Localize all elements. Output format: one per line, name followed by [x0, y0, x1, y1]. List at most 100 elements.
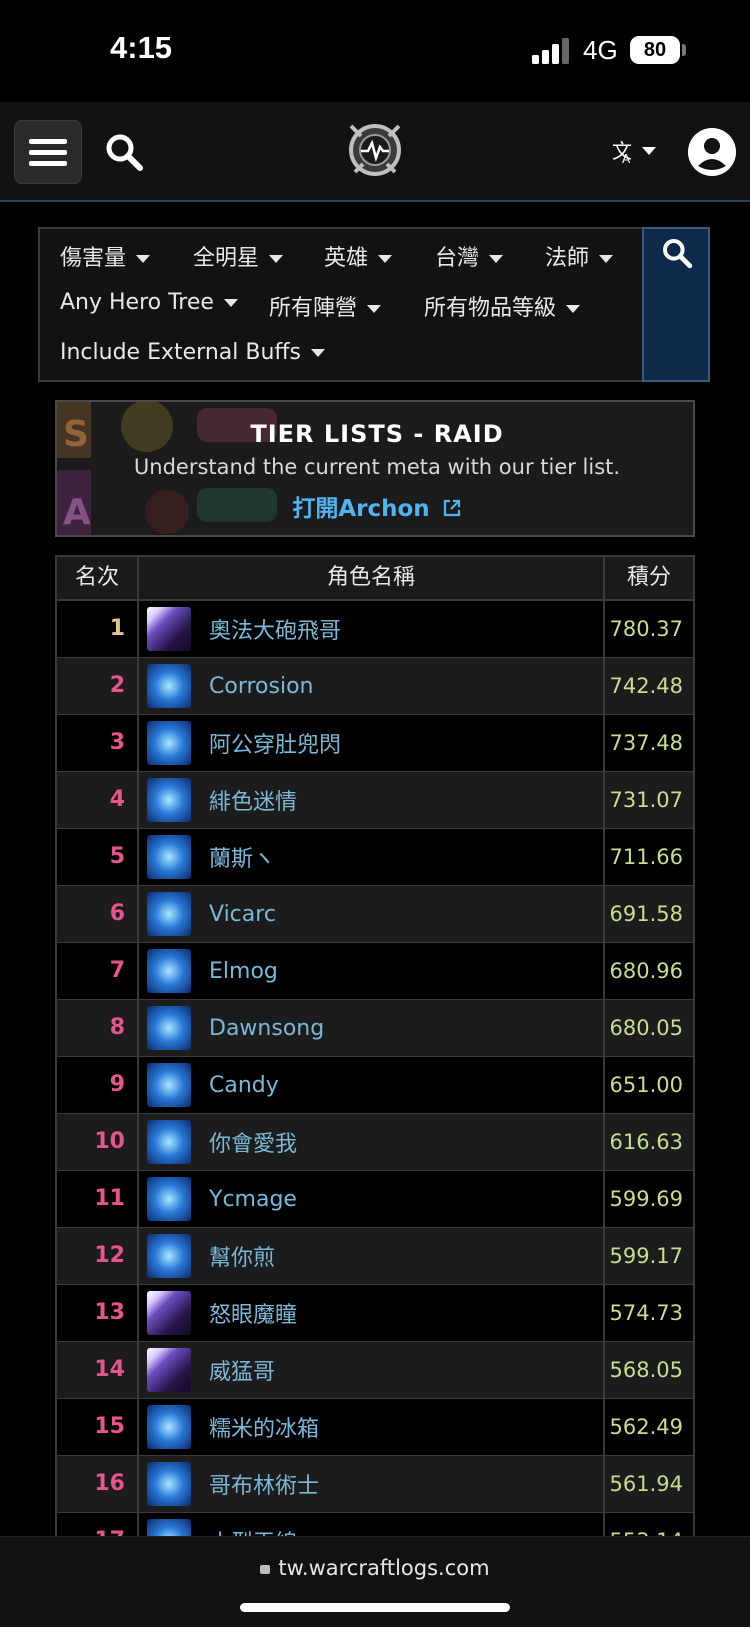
rank-cell: 15 [57, 1399, 139, 1455]
frost-spec-icon [147, 1177, 191, 1221]
table-row[interactable]: 2 Corrosion 742.48 [57, 658, 693, 715]
filter-class[interactable]: 法師 [545, 240, 614, 272]
character-cell[interactable]: 奧法大砲飛哥 [139, 601, 605, 657]
column-character-name[interactable]: 角色名稱 [139, 557, 605, 599]
character-name-link[interactable]: Vicarc [209, 902, 276, 927]
rank-cell: 4 [57, 772, 139, 828]
character-name-link[interactable]: 威猛哥 [209, 1354, 275, 1386]
open-archon-link[interactable]: 打開Archon [57, 489, 693, 523]
table-row[interactable]: 11 Ycmage 599.69 [57, 1171, 693, 1228]
character-cell[interactable]: Elmog [139, 943, 605, 999]
filter-partition[interactable]: 全明星 [193, 240, 284, 272]
character-cell[interactable]: 糯米的冰箱 [139, 1399, 605, 1455]
character-name-link[interactable]: Dawnsong [209, 1016, 324, 1041]
character-name-link[interactable]: Ycmage [209, 1187, 297, 1212]
frost-spec-icon [147, 949, 191, 993]
site-logo[interactable] [345, 120, 405, 180]
arcane-spec-icon [147, 1291, 191, 1335]
character-cell[interactable]: 幫你煎 [139, 1228, 605, 1284]
character-name-link[interactable]: 緋色迷情 [209, 784, 297, 816]
table-row[interactable]: 12 幫你煎 599.17 [57, 1228, 693, 1285]
user-icon[interactable] [688, 128, 736, 176]
character-cell[interactable]: Vicarc [139, 886, 605, 942]
character-name-link[interactable]: 怒眼魔瞳 [209, 1297, 297, 1329]
filter-metric[interactable]: 傷害量 [60, 240, 151, 272]
rank-cell: 1 [57, 601, 139, 657]
filter-faction[interactable]: 所有陣營 [269, 290, 382, 322]
table-row[interactable]: 1 奧法大砲飛哥 780.37 [57, 601, 693, 658]
table-row[interactable]: 5 蘭斯ヽ 711.66 [57, 829, 693, 886]
filter-region[interactable]: 台灣 [435, 240, 504, 272]
menu-button[interactable] [14, 120, 82, 184]
lock-icon [260, 1564, 271, 1574]
address-bar[interactable]: tw.warcraftlogs.com [0, 1556, 750, 1580]
filter-difficulty[interactable]: 英雄 [324, 240, 393, 272]
table-body: 1 奧法大砲飛哥 780.37 2 Corrosion 742.48 3 阿公穿肚兜閃 737.… [57, 601, 693, 1570]
table-row[interactable]: 10 你會愛我 616.63 [57, 1114, 693, 1171]
menu-icon [29, 139, 67, 144]
score-cell: 568.05 [609, 1358, 683, 1382]
character-cell[interactable]: 你會愛我 [139, 1114, 605, 1170]
score-cell: 651.00 [609, 1073, 683, 1097]
column-score[interactable]: 積分 [605, 557, 693, 599]
character-name-link[interactable]: 哥布林術士 [209, 1468, 319, 1500]
browser-bottom-bar [0, 1536, 750, 1627]
table-row[interactable]: 16 哥布林術士 561.94 [57, 1456, 693, 1513]
home-indicator[interactable] [240, 1603, 510, 1612]
score-cell: 737.48 [609, 731, 683, 755]
character-name-link[interactable]: 蘭斯ヽ [209, 841, 275, 873]
character-name-link[interactable]: 阿公穿肚兜閃 [209, 727, 341, 759]
filter-item-level[interactable]: 所有物品等級 [424, 290, 581, 322]
filter-hero-tree[interactable]: Any Hero Tree [60, 290, 238, 315]
character-name-link[interactable]: 幫你煎 [209, 1240, 275, 1272]
character-cell[interactable]: Ycmage [139, 1171, 605, 1227]
arcane-spec-icon [147, 607, 191, 651]
filter-label: 所有陣營 [269, 296, 358, 321]
filter-external-buffs[interactable]: Include External Buffs [60, 340, 326, 365]
rank-cell: 13 [57, 1285, 139, 1341]
table-header: 名次 角色名稱 積分 [57, 557, 693, 601]
table-row[interactable]: 8 Dawnsong 680.05 [57, 1000, 693, 1057]
translate-icon[interactable]: 文 A [610, 136, 660, 166]
table-row[interactable]: 9 Candy 651.00 [57, 1057, 693, 1114]
search-icon[interactable] [104, 132, 144, 172]
character-cell[interactable]: 威猛哥 [139, 1342, 605, 1398]
character-cell[interactable]: Corrosion [139, 658, 605, 714]
filter-search-button[interactable] [642, 227, 710, 382]
tier-list-banner[interactable]: S A TIER LISTS - RAID Understand the cur… [55, 400, 695, 537]
character-name-link[interactable]: 奧法大砲飛哥 [209, 613, 341, 645]
table-row[interactable]: 13 怒眼魔瞳 574.73 [57, 1285, 693, 1342]
character-cell[interactable]: 哥布林術士 [139, 1456, 605, 1512]
rank-cell: 6 [57, 886, 139, 942]
character-name-link[interactable]: 你會愛我 [209, 1126, 297, 1158]
table-row[interactable]: 6 Vicarc 691.58 [57, 886, 693, 943]
character-cell[interactable]: Dawnsong [139, 1000, 605, 1056]
character-cell[interactable]: 緋色迷情 [139, 772, 605, 828]
banner-subtitle: Understand the current meta with our tie… [133, 455, 621, 479]
rank-cell: 9 [57, 1057, 139, 1113]
filter-label: Any Hero Tree [60, 290, 214, 315]
column-rank[interactable]: 名次 [57, 557, 139, 599]
chevron-down-icon [223, 299, 238, 307]
table-row[interactable]: 3 阿公穿肚兜閃 737.48 [57, 715, 693, 772]
status-time: 4:15 [110, 30, 173, 65]
character-name-link[interactable]: Corrosion [209, 674, 313, 699]
character-cell[interactable]: 阿公穿肚兜閃 [139, 715, 605, 771]
table-row[interactable]: 4 緋色迷情 731.07 [57, 772, 693, 829]
character-cell[interactable]: Candy [139, 1057, 605, 1113]
network-type: 4G [583, 35, 618, 65]
external-link-icon [443, 499, 460, 517]
filter-label: 法師 [545, 246, 590, 271]
character-cell[interactable]: 怒眼魔瞳 [139, 1285, 605, 1341]
score-cell: 711.66 [609, 845, 683, 869]
table-row[interactable]: 7 Elmog 680.96 [57, 943, 693, 1000]
rank-cell: 14 [57, 1342, 139, 1398]
frost-spec-icon [147, 1063, 191, 1107]
character-name-link[interactable]: 糯米的冰箱 [209, 1411, 319, 1443]
character-name-link[interactable]: Candy [209, 1073, 279, 1098]
rank-cell: 7 [57, 943, 139, 999]
character-cell[interactable]: 蘭斯ヽ [139, 829, 605, 885]
character-name-link[interactable]: Elmog [209, 959, 278, 984]
table-row[interactable]: 14 威猛哥 568.05 [57, 1342, 693, 1399]
table-row[interactable]: 15 糯米的冰箱 562.49 [57, 1399, 693, 1456]
